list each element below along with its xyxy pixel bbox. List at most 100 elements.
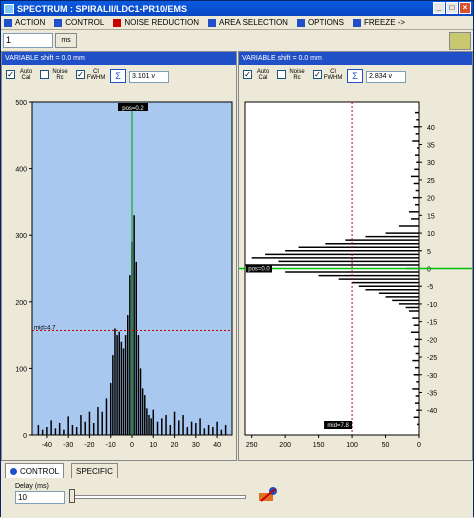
menu-item-1[interactable]: CONTROL xyxy=(51,16,110,30)
y-tick-label: 15 xyxy=(427,213,435,220)
freeze-icon xyxy=(352,18,361,27)
x-tick-label: 0 xyxy=(130,442,134,449)
corner-tool-button[interactable] xyxy=(449,32,471,50)
x-tick-label: 200 xyxy=(279,442,291,449)
window-title: SPECTRUM : SPIRALII/LDC1-PR10/EMS xyxy=(17,3,188,14)
right-auto-cal-checkbox[interactable]: ✓ xyxy=(243,70,252,79)
y-tick-label: -25 xyxy=(427,355,437,362)
menu-item-0[interactable]: ACTION xyxy=(1,16,51,30)
title-bar[interactable]: SPECTRUM : SPIRALII/LDC1-PR10/EMS _ □ × xyxy=(1,1,473,16)
x-tick-label: 100 xyxy=(346,442,358,449)
y-tick-label: 0 xyxy=(23,433,27,440)
right-sigma-value: 2.834 v xyxy=(366,71,406,83)
y-tick-label: 400 xyxy=(15,167,27,174)
left-noise-rc-checkbox[interactable] xyxy=(40,70,49,79)
right-panel-header: VARIABLE shift = 0.0 mm xyxy=(239,52,472,65)
y-tick-label: -40 xyxy=(427,408,437,415)
tab-control-label: CONTROL xyxy=(20,466,60,476)
right-histogram-chart[interactable]: 4035302520151050-5-10-15-20-25-30-35-402… xyxy=(239,90,472,460)
delay-slider-track[interactable] xyxy=(71,495,246,499)
minimize-button[interactable]: _ xyxy=(433,2,445,14)
menu-item-label: AREA SELECTION xyxy=(219,18,288,27)
x-tick-label: -40 xyxy=(42,442,52,449)
menu-item-label: FREEZE -> xyxy=(363,18,406,27)
menu-bar: ACTION CONTROL NOISE REDUCTION AREA SELECTI… xyxy=(1,16,473,30)
action-icon xyxy=(4,18,12,27)
options-icon xyxy=(296,18,305,27)
y-tick-label: 5 xyxy=(427,249,431,256)
y-tick-label: 300 xyxy=(15,233,27,240)
noise-reduction-icon xyxy=(113,18,122,27)
y-tick-label: -20 xyxy=(427,337,437,344)
x-tick-label: 10 xyxy=(149,442,157,449)
tab-specific[interactable]: SPECIFIC xyxy=(71,463,118,478)
marker-top-label: pos=0.2 xyxy=(122,106,144,112)
left-sigma-icon[interactable]: Σ xyxy=(110,69,126,83)
left-spectrum-panel: VARIABLE shift = 0.0 mm ✓ Auto Cal Noise… xyxy=(1,51,237,461)
left-histogram-chart[interactable]: 0 100 200 300 400 500 -40 -30 -20 -10 0 10 20 30 40 pos… xyxy=(2,90,236,460)
marker-mid-label: mid=4.7 xyxy=(34,325,56,331)
left-controls: ✓ Auto Cal Noise Rc ✓ Cl FWHM Σ 3.101 v xyxy=(2,66,236,86)
left-noise-rc-label: Noise Rc xyxy=(52,69,68,81)
x-tick-label: 40 xyxy=(213,442,221,449)
menu-item-3[interactable]: AREA SELECTION xyxy=(205,16,294,30)
right-sigma-icon[interactable]: Σ xyxy=(347,69,363,83)
delay-slider-thumb[interactable] xyxy=(69,489,75,503)
left-auto-cal-label: Auto Cal xyxy=(19,69,33,81)
y-tick-label: 25 xyxy=(427,178,435,185)
value-input[interactable]: 1 xyxy=(3,33,53,48)
x-tick-label: -10 xyxy=(106,442,116,449)
y-tick-label: 35 xyxy=(427,143,435,150)
left-sigma-value: 3.101 v xyxy=(129,71,169,83)
marker-left-label: pos=0.0 xyxy=(248,267,270,273)
y-tick-label: 20 xyxy=(427,196,435,203)
x-tick-label: -20 xyxy=(84,442,94,449)
menu-item-4[interactable]: OPTIONS xyxy=(294,16,350,30)
right-spectrum-panel: VARIABLE shift = 0.0 mm ✓ Auto Cal Noise… xyxy=(238,51,473,461)
delay-input[interactable]: 10 xyxy=(15,491,65,504)
area-selection-icon xyxy=(208,18,217,27)
right-cl-fwhm-label: Cl FWHM xyxy=(323,69,343,81)
menu-item-5[interactable]: FREEZE -> xyxy=(350,16,411,30)
x-tick-label: 50 xyxy=(382,442,390,449)
y-tick-label: -10 xyxy=(427,302,437,309)
control-icon xyxy=(54,18,63,27)
y-tick-label: 10 xyxy=(427,231,435,238)
marker-bottom-label: mid=7.8 xyxy=(327,423,349,429)
y-tick-label: -15 xyxy=(427,320,437,327)
left-auto-cal-checkbox[interactable]: ✓ xyxy=(6,70,15,79)
delay-label: Delay (ms) xyxy=(15,483,49,490)
tab-control[interactable]: CONTROL xyxy=(5,463,65,478)
left-cl-fwhm-checkbox[interactable]: ✓ xyxy=(76,70,85,79)
x-tick-label: -30 xyxy=(63,442,73,449)
right-auto-cal-label: Auto Cal xyxy=(256,69,270,81)
app-icon xyxy=(4,3,14,14)
x-tick-label: 0 xyxy=(417,442,421,449)
right-noise-rc-checkbox[interactable] xyxy=(277,70,286,79)
y-tick-label: 100 xyxy=(15,366,27,373)
run-icon[interactable] xyxy=(257,485,279,505)
x-tick-label: 150 xyxy=(313,442,325,449)
x-tick-label: 250 xyxy=(246,442,258,449)
menu-item-2[interactable]: NOISE REDUCTION xyxy=(110,16,205,30)
right-controls: ✓ Auto Cal Noise Rc ✓ Cl FWHM Σ 2.834 v xyxy=(239,66,472,86)
y-tick-label: -35 xyxy=(427,390,437,397)
toolbar: 1 ms xyxy=(1,31,473,51)
y-tick-label: 40 xyxy=(427,125,435,132)
application-window: SPECTRUM : SPIRALII/LDC1-PR10/EMS _ □ × … xyxy=(0,0,474,518)
y-tick-label: -5 xyxy=(427,284,433,291)
close-button[interactable]: × xyxy=(459,2,471,14)
y-tick-label: -30 xyxy=(427,373,437,380)
y-tick-label: 200 xyxy=(15,300,27,307)
menu-item-label: NOISE REDUCTION xyxy=(124,18,200,27)
menu-item-label: OPTIONS xyxy=(307,18,344,27)
right-cl-fwhm-checkbox[interactable]: ✓ xyxy=(313,70,322,79)
maximize-button[interactable]: □ xyxy=(446,2,458,14)
y-tick-label: 0 xyxy=(427,267,431,274)
tab-specific-label: SPECIFIC xyxy=(76,466,113,476)
right-noise-rc-label: Noise Rc xyxy=(289,69,305,81)
unit-button[interactable]: ms xyxy=(55,33,77,48)
window-controls: _ □ × xyxy=(433,2,471,14)
left-cl-fwhm-label: Cl FWHM xyxy=(86,69,106,81)
y-tick-label: 30 xyxy=(427,160,435,167)
